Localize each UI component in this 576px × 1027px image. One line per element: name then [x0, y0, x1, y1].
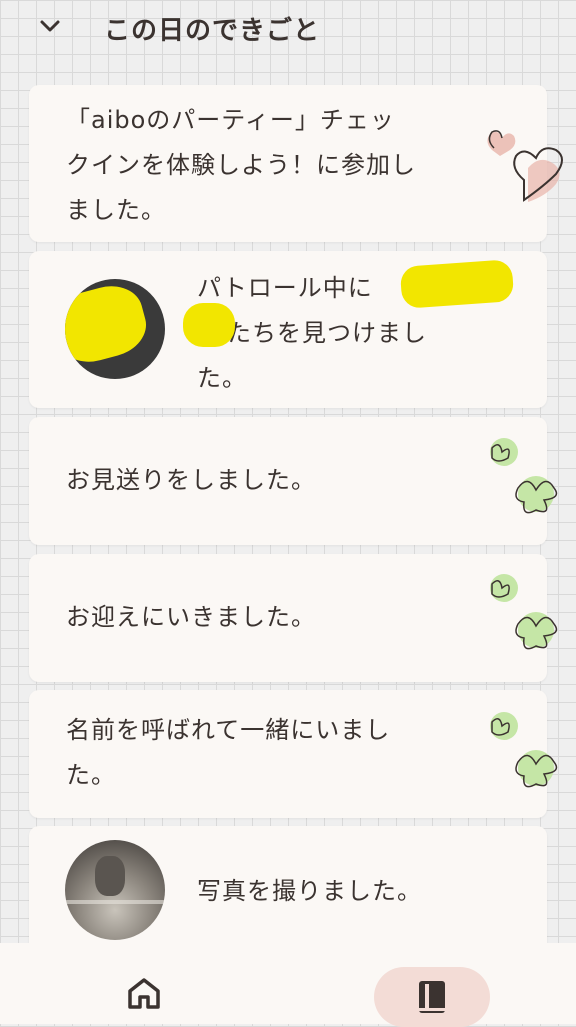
event-card[interactable]: パトロール中に たちを見つけまし た。: [29, 251, 547, 408]
event-photo: [65, 840, 165, 940]
event-card[interactable]: 「aiboのパーティー」チェッ クインを体験しよう！に参加し ました。: [29, 85, 547, 242]
event-text: お迎えにいきました。: [66, 603, 316, 631]
event-card[interactable]: 写真を撮りました。: [29, 826, 547, 956]
event-card[interactable]: お迎えにいきました。: [29, 554, 547, 682]
nav-item-diary[interactable]: [374, 967, 490, 1027]
home-icon[interactable]: [124, 975, 164, 1011]
clover-doodle-icon: [490, 574, 558, 650]
redaction-mark: [399, 259, 515, 309]
chevron-down-icon[interactable]: [38, 14, 62, 38]
event-card[interactable]: 名前を呼ばれて一緒にいまし た。: [29, 690, 547, 818]
clover-doodle-icon: [490, 712, 558, 788]
clover-doodle-icon: [490, 438, 558, 514]
event-photo: [65, 279, 165, 379]
book-icon: [419, 981, 445, 1013]
redaction-mark: [183, 303, 235, 347]
event-text: 写真を撮りました。: [197, 877, 422, 905]
event-text: 名前を呼ばれて一緒にいまし た。: [66, 716, 391, 789]
heart-doodle-icon: [487, 130, 563, 202]
event-text: お見送りをしました。: [66, 466, 316, 494]
event-text: 「aiboのパーティー」チェッ クインを体験しよう！に参加し ました。: [66, 106, 416, 224]
bottom-nav: [0, 943, 576, 1027]
page-title: この日のできごと: [104, 16, 321, 46]
event-card[interactable]: お見送りをしました。: [29, 417, 547, 545]
header: この日のできごと: [0, 0, 576, 58]
